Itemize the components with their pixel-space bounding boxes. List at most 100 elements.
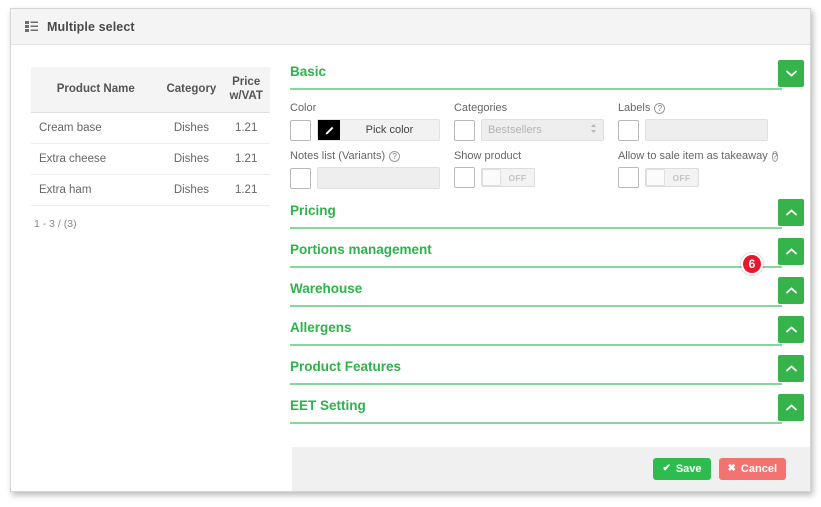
section-title-warehouse: Warehouse (290, 281, 363, 296)
cell-price: 1.21 (222, 143, 270, 175)
question-mark-icon[interactable]: ? (389, 150, 401, 162)
cell-price: 1.21 (222, 174, 270, 206)
section-toggle-product-features[interactable] (778, 355, 804, 382)
section-header-product-features[interactable]: Product Features (290, 355, 804, 385)
checkbox-notes-list[interactable] (290, 167, 311, 189)
pick-color-button[interactable]: Pick color (317, 119, 440, 141)
chevron-up-icon (785, 404, 797, 411)
toggle-knob (645, 169, 665, 186)
section-warehouse: Warehouse (290, 277, 804, 319)
column-header-price: Price w/VAT (222, 67, 270, 113)
categories-select-value: Bestsellers (487, 124, 542, 136)
section-portions-management: Portions management (290, 238, 804, 280)
list-icon (25, 21, 47, 32)
checkbox-categories[interactable] (453, 119, 475, 141)
chevron-up-icon (785, 287, 797, 294)
section-toggle-warehouse[interactable] (778, 277, 804, 304)
toggle-knob (481, 169, 501, 186)
basic-form-row-1: Color Pick color Categories Bestsellers … (290, 102, 782, 141)
cell-price: 1.21 (222, 112, 270, 144)
section-product-features: Product Features (290, 355, 804, 397)
section-header-basic[interactable]: Basic (290, 60, 804, 90)
toggle-show-product[interactable]: OFF (480, 168, 535, 187)
table-row[interactable]: Cream base Dishes 1.21 (31, 112, 270, 144)
table-row[interactable]: Extra cheese Dishes 1.21 (31, 143, 270, 175)
toggle-takeaway[interactable]: OFF (644, 168, 699, 187)
details-panel: Basic Color Pick color Categories Bestse… (282, 45, 810, 492)
check-icon: ✔ (662, 463, 671, 474)
chevron-up-icon (785, 326, 797, 333)
label-show-product: Show product (454, 150, 604, 162)
notes-list-input[interactable] (317, 167, 440, 189)
section-toggle-allergens[interactable] (778, 316, 804, 343)
label-notes-list: Notes list (Variants) ? (290, 150, 440, 162)
label-takeaway: Allow to sale item as takeaway ? (617, 150, 779, 162)
checkbox-color[interactable] (290, 119, 311, 141)
save-button[interactable]: ✔ Save (653, 458, 711, 480)
section-header-allergens[interactable]: Allergens (290, 316, 804, 346)
dialog-footer: ✔ Save ✖ Cancel (292, 447, 810, 491)
products-table: Product Name Category Price w/VAT Cream … (31, 67, 270, 206)
close-icon: ✖ (727, 463, 736, 474)
pagination-summary: 1 - 3 / (3) (34, 217, 77, 230)
table-header-row: Product Name Category Price w/VAT (31, 67, 270, 113)
table-row[interactable]: Extra ham Dishes 1.21 (31, 174, 270, 206)
field-categories: Categories Bestsellers (453, 102, 618, 141)
cell-category: Dishes (160, 143, 223, 175)
pencil-icon (318, 120, 340, 140)
column-header-product-name: Product Name (31, 67, 161, 113)
checkbox-takeaway[interactable] (617, 167, 639, 188)
column-header-price-line1: Price (232, 76, 261, 88)
pick-color-label: Pick color (365, 124, 414, 136)
label-labels: Labels ? (618, 102, 768, 114)
section-eet-setting: EET Setting (290, 394, 804, 424)
column-header-category: Category (160, 67, 223, 113)
section-toggle-eet-setting[interactable] (778, 394, 804, 421)
labels-input[interactable] (644, 119, 768, 141)
section-title-basic: Basic (290, 64, 327, 79)
section-allergens: Allergens (290, 316, 804, 358)
window-titlebar: Multiple select (11, 9, 810, 45)
section-toggle-pricing[interactable] (778, 199, 804, 226)
basic-form: Color Pick color Categories Bestsellers … (290, 90, 782, 202)
basic-form-row-2: Notes list (Variants) ? Show product OFF… (290, 150, 782, 189)
checkbox-labels[interactable] (617, 119, 639, 141)
cancel-button[interactable]: ✖ Cancel (718, 458, 786, 480)
chevron-up-icon (785, 209, 797, 216)
section-header-warehouse[interactable]: Warehouse (290, 277, 804, 307)
label-categories-text: Categories (453, 102, 508, 114)
field-color: Color Pick color (290, 102, 454, 141)
question-mark-icon[interactable]: ? (771, 150, 779, 162)
label-categories: Categories (454, 102, 604, 114)
section-pricing: Pricing (290, 199, 804, 241)
section-toggle-portions-management[interactable] (778, 238, 804, 265)
question-mark-icon[interactable]: ? (654, 102, 666, 114)
cell-product-name: Extra cheese (31, 143, 161, 175)
section-header-pricing[interactable]: Pricing (290, 199, 804, 229)
label-color: Color (290, 102, 440, 114)
label-labels-text: Labels (617, 102, 651, 114)
step-badge: 6 (741, 253, 763, 275)
toggle-takeaway-state: OFF (672, 172, 691, 183)
section-header-eet-setting[interactable]: EET Setting (290, 394, 804, 424)
accordion: Basic Color Pick color Categories Bestse… (282, 45, 810, 424)
checkbox-show-product[interactable] (453, 167, 475, 188)
toggle-show-product-state: OFF (508, 172, 527, 183)
section-header-portions-management[interactable]: Portions management (290, 238, 804, 268)
section-basic: Basic Color Pick color Categories Bestse… (290, 60, 804, 202)
label-takeaway-text: Allow to sale item as takeaway (617, 150, 768, 162)
section-toggle-basic[interactable] (778, 60, 804, 87)
window-body: Product Name Category Price w/VAT Cream … (11, 45, 810, 492)
chevron-up-icon (785, 248, 797, 255)
cell-category: Dishes (160, 112, 223, 144)
cell-product-name: Cream base (31, 112, 161, 144)
products-panel: Product Name Category Price w/VAT Cream … (11, 45, 282, 492)
section-title-portions-management: Portions management (290, 242, 432, 257)
categories-select[interactable]: Bestsellers (480, 119, 604, 141)
field-notes-list: Notes list (Variants) ? (290, 150, 454, 189)
sort-arrows-icon (590, 123, 597, 137)
field-show-product: Show product OFF (453, 150, 618, 189)
cell-category: Dishes (160, 174, 223, 206)
label-notes-list-text: Notes list (Variants) (290, 150, 386, 162)
section-title-pricing: Pricing (290, 203, 336, 218)
